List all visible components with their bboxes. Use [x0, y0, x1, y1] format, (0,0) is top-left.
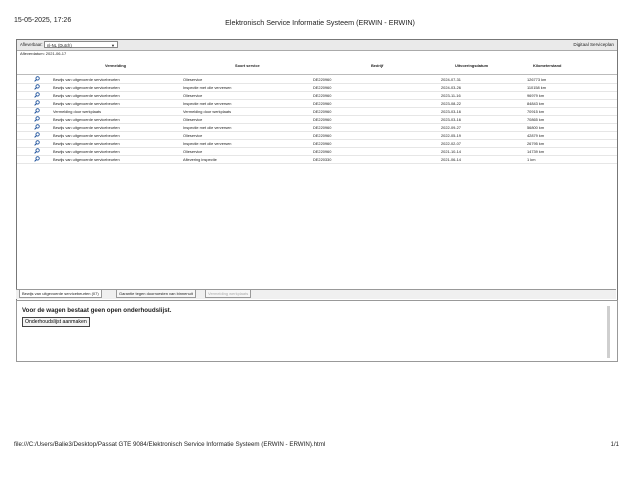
- table-cell: Bewijs van uitgevoerde servicebeurten: [53, 149, 120, 154]
- table-cell: 2023-08-22: [441, 101, 461, 106]
- table-cell: Bewijs van uitgevoerde servicebeurten: [53, 141, 120, 146]
- magnifier-icon[interactable]: [34, 124, 40, 130]
- table-header: Vermelding Soort service Bedrijf Uitvoer…: [17, 58, 617, 75]
- table-cell: Bewijs van uitgevoerde servicebeurten: [53, 117, 120, 122]
- magnifier-icon[interactable]: [34, 108, 40, 114]
- table-cell: 70865 km: [527, 117, 545, 122]
- tab-bar: Bewijs van uitgevoerde servicebeurten (0…: [16, 289, 616, 299]
- magnifier-icon[interactable]: [34, 92, 40, 98]
- digital-serviceplan-label: Digitaal Serviceplan: [573, 42, 614, 47]
- delivery-date: Afleverdatum: 2021-06-17: [20, 51, 67, 56]
- table-cell: DE220960: [313, 93, 332, 98]
- table-cell: Vermelding door werkplaats: [183, 109, 232, 114]
- table-cell: 14739 km: [527, 149, 545, 154]
- table-cell: Olieservice: [183, 77, 203, 82]
- magnifier-icon[interactable]: [34, 84, 40, 90]
- table-cell: 26795 km: [527, 141, 545, 146]
- chevron-down-icon: ▼: [111, 43, 115, 48]
- table-cell: 2022-09-27: [441, 125, 461, 130]
- print-title: Elektronisch Service Informatie Systeem …: [225, 18, 415, 27]
- table-cell: 110158 km: [527, 85, 546, 90]
- table-cell: 42879 km: [527, 133, 545, 138]
- table-cell: 1 km: [527, 157, 536, 162]
- table-cell: DE220960: [313, 125, 332, 130]
- table-cell: Bewijs van uitgevoerde servicebeurten: [53, 157, 120, 162]
- language-select[interactable]: nl-NL (Dutch) ▼: [44, 41, 118, 48]
- table-cell: Inspectie met olie verversen: [183, 101, 232, 106]
- table-cell: DE220960: [313, 77, 332, 82]
- table-cell: Bewijs van uitgevoerde servicebeurten: [53, 93, 120, 98]
- table-cell: 2022-05-19: [441, 133, 461, 138]
- table-cell: 56800 km: [527, 125, 545, 130]
- magnifier-icon[interactable]: [34, 132, 40, 138]
- magnifier-icon[interactable]: [34, 156, 40, 162]
- col-vermelding[interactable]: Vermelding: [105, 63, 126, 68]
- table-cell: Olieservice: [183, 133, 203, 138]
- service-table: Vermelding Soort service Bedrijf Uitvoer…: [17, 58, 617, 306]
- tab-label: Vermelding werkplaats: [208, 291, 249, 296]
- table-cell: 2022-02-07: [441, 141, 461, 146]
- language-value: nl-NL (Dutch): [47, 43, 72, 48]
- table-cell: DE220960: [313, 149, 332, 154]
- magnifier-icon[interactable]: [34, 140, 40, 146]
- table-cell: DE220960: [313, 133, 332, 138]
- maintenance-panel: Voor de wagen bestaat geen open onderhou…: [16, 300, 618, 362]
- table-cell: 2021-10-14: [441, 149, 461, 154]
- table-cell: Bewijs van uitgevoerde servicebeurten: [53, 125, 120, 130]
- tab-rust-warranty[interactable]: Garantie tegen doorroesten van binnenuit: [116, 290, 196, 298]
- magnifier-icon[interactable]: [34, 148, 40, 154]
- table-cell: Olieservice: [183, 117, 203, 122]
- table-cell: 70915 km: [527, 109, 545, 114]
- table-cell: Bewijs van uitgevoerde servicebeurten: [53, 133, 120, 138]
- toolbar: Afleverbaar: nl-NL (Dutch) ▼ Digitaal Se…: [17, 40, 617, 51]
- table-cell: DE220960: [313, 141, 332, 146]
- magnifier-icon[interactable]: [34, 76, 40, 82]
- tab-workshop-note[interactable]: Vermelding werkplaats: [205, 290, 252, 298]
- col-bedrijf[interactable]: Bedrijf: [371, 63, 383, 68]
- table-cell: DE220330: [313, 157, 332, 162]
- tab-label: Bewijs van uitgevoerde servicebeurten (0…: [22, 291, 99, 296]
- table-cell: DE220960: [313, 101, 332, 106]
- col-uitvoeringsdatum[interactable]: Uitvoeringsdatum: [455, 63, 488, 68]
- table-cell: Olieservice: [183, 93, 203, 98]
- table-cell: 84843 km: [527, 101, 545, 106]
- print-page-number: 1/1: [610, 442, 619, 448]
- col-kilometerstand[interactable]: Kilometerstand: [533, 63, 561, 68]
- language-label: Afleverbaar:: [20, 42, 43, 47]
- table-cell: 126773 km: [527, 77, 547, 82]
- table-cell: Inspectie met olie verversen: [183, 141, 232, 146]
- table-cell: 2024-03-26: [441, 85, 461, 90]
- table-cell: 2023-03-16: [441, 109, 461, 114]
- table-cell: Inspectie met olie verversen: [183, 85, 232, 90]
- table-cell: 2024-07-31: [441, 77, 461, 82]
- table-cell: Bewijs van uitgevoerde servicebeurten: [53, 101, 120, 106]
- table-cell: Vermelding door werkplaats: [53, 109, 102, 114]
- table-row[interactable]: Bewijs van uitgevoerde servicebeurten Afl…: [17, 155, 617, 164]
- panel-vertical-scrollbar[interactable]: [607, 306, 610, 358]
- table-cell: Bewijs van uitgevoerde servicebeurten: [53, 77, 120, 82]
- table-cell: Bewijs van uitgevoerde servicebeurten: [53, 85, 120, 90]
- create-maintenance-list-button[interactable]: Onderhoudslijst aanmaken: [22, 317, 90, 327]
- table-cell: 2023-11-16: [441, 93, 461, 98]
- table-cell: 2021-06-14: [441, 157, 461, 162]
- col-soort-service[interactable]: Soort service: [235, 63, 260, 68]
- table-cell: Olieservice: [183, 149, 203, 154]
- table-cell: 2023-03-16: [441, 117, 461, 122]
- no-maintenance-message: Voor de wagen bestaat geen open onderhou…: [22, 307, 172, 314]
- table-cell: DE220960: [313, 109, 332, 114]
- print-file-path: file:///C:/Users/Balie3/Desktop/Passat G…: [14, 441, 326, 448]
- table-cell: Inspectie met olie verversen: [183, 125, 232, 130]
- magnifier-icon[interactable]: [34, 116, 40, 122]
- table-cell: DE220960: [313, 85, 332, 90]
- table-cell: Aflevering inspectie: [183, 157, 217, 162]
- app-window: Afleverbaar: nl-NL (Dutch) ▼ Digitaal Se…: [16, 39, 618, 306]
- magnifier-icon[interactable]: [34, 100, 40, 106]
- table-cell: 96979 km: [527, 93, 545, 98]
- tab-label: Garantie tegen doorroesten van binnenuit: [119, 291, 193, 296]
- table-cell: DE220960: [313, 117, 332, 122]
- tab-service-proof[interactable]: Bewijs van uitgevoerde servicebeurten (0…: [19, 290, 102, 298]
